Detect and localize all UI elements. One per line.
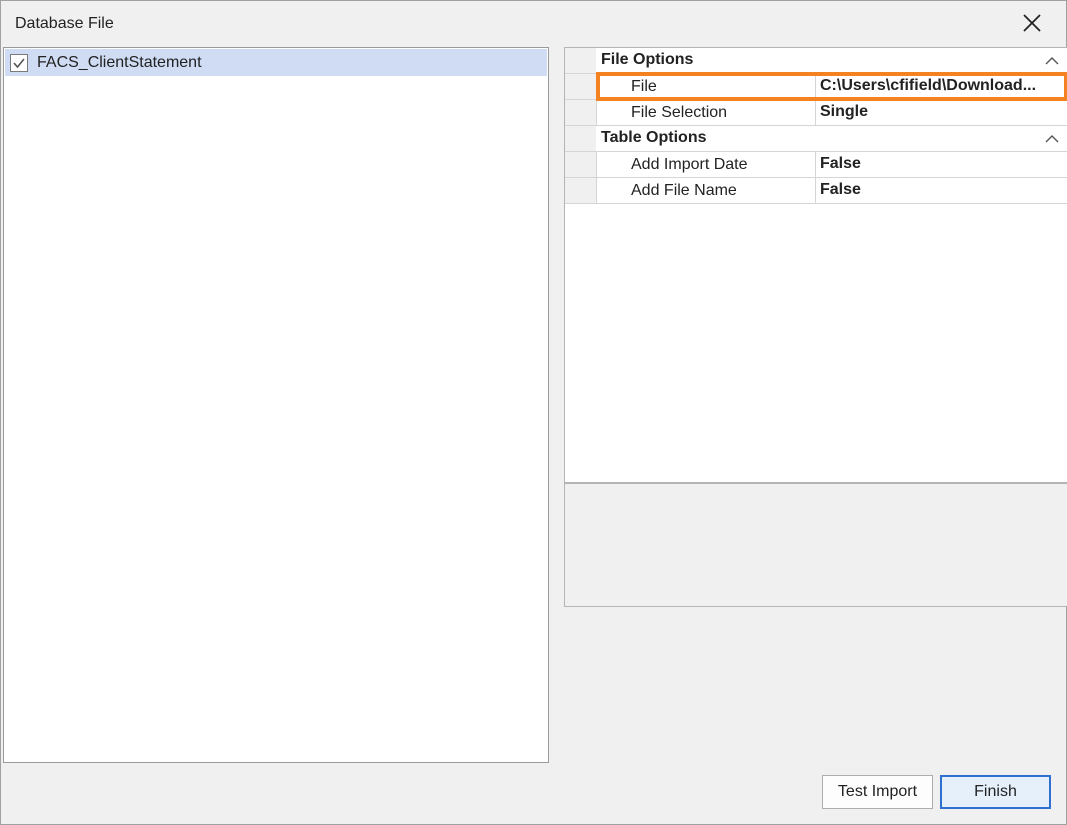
property-name: Add Import Date [596,152,816,177]
property-value-file-selection[interactable]: Single [816,100,1067,125]
property-grid: File Options File C:\Users\cfifield\Down… [564,47,1067,483]
property-row-file-selection[interactable]: File Selection Single [565,100,1067,126]
property-value-file-path[interactable]: C:\Users\cfifield\Download... [816,74,1067,99]
property-value-add-file-name[interactable]: False [816,178,1067,203]
category-label: Table Options [601,129,707,146]
chevron-up-icon[interactable] [1043,130,1061,148]
category-file-options[interactable]: File Options [565,48,1067,74]
tree-item-facs-clientstatement[interactable]: FACS_ClientStatement [5,49,547,76]
property-row-file[interactable]: File C:\Users\cfifield\Download... [565,74,1067,100]
checkmark-icon [13,57,25,68]
chevron-up-icon[interactable] [1043,52,1061,70]
row-gutter [565,74,596,99]
category-label: File Options [601,51,694,68]
category-table-options[interactable]: Table Options [565,126,1067,152]
property-name: File [596,74,816,99]
test-import-button[interactable]: Test Import [822,775,933,809]
property-row-add-import-date[interactable]: Add Import Date False [565,152,1067,178]
tree-item-checkbox[interactable] [10,53,28,72]
row-gutter [565,100,596,125]
tree-item-label: FACS_ClientStatement [37,53,202,71]
property-name: File Selection [596,100,816,125]
property-description-panel [564,483,1067,607]
category-gutter [565,48,596,73]
window-title: Database File [15,15,114,32]
category-gutter [565,126,596,151]
row-gutter [565,178,596,203]
title-bar: Database File [1,1,1066,45]
property-row-add-file-name[interactable]: Add File Name False [565,178,1067,204]
close-icon[interactable] [1020,11,1044,35]
table-tree-panel: FACS_ClientStatement [3,47,549,763]
property-value-add-import-date[interactable]: False [816,152,1067,177]
finish-button[interactable]: Finish [940,775,1051,809]
database-file-dialog: Database File FACS_ClientStatement File … [0,0,1067,825]
row-gutter [565,152,596,177]
property-name: Add File Name [596,178,816,203]
